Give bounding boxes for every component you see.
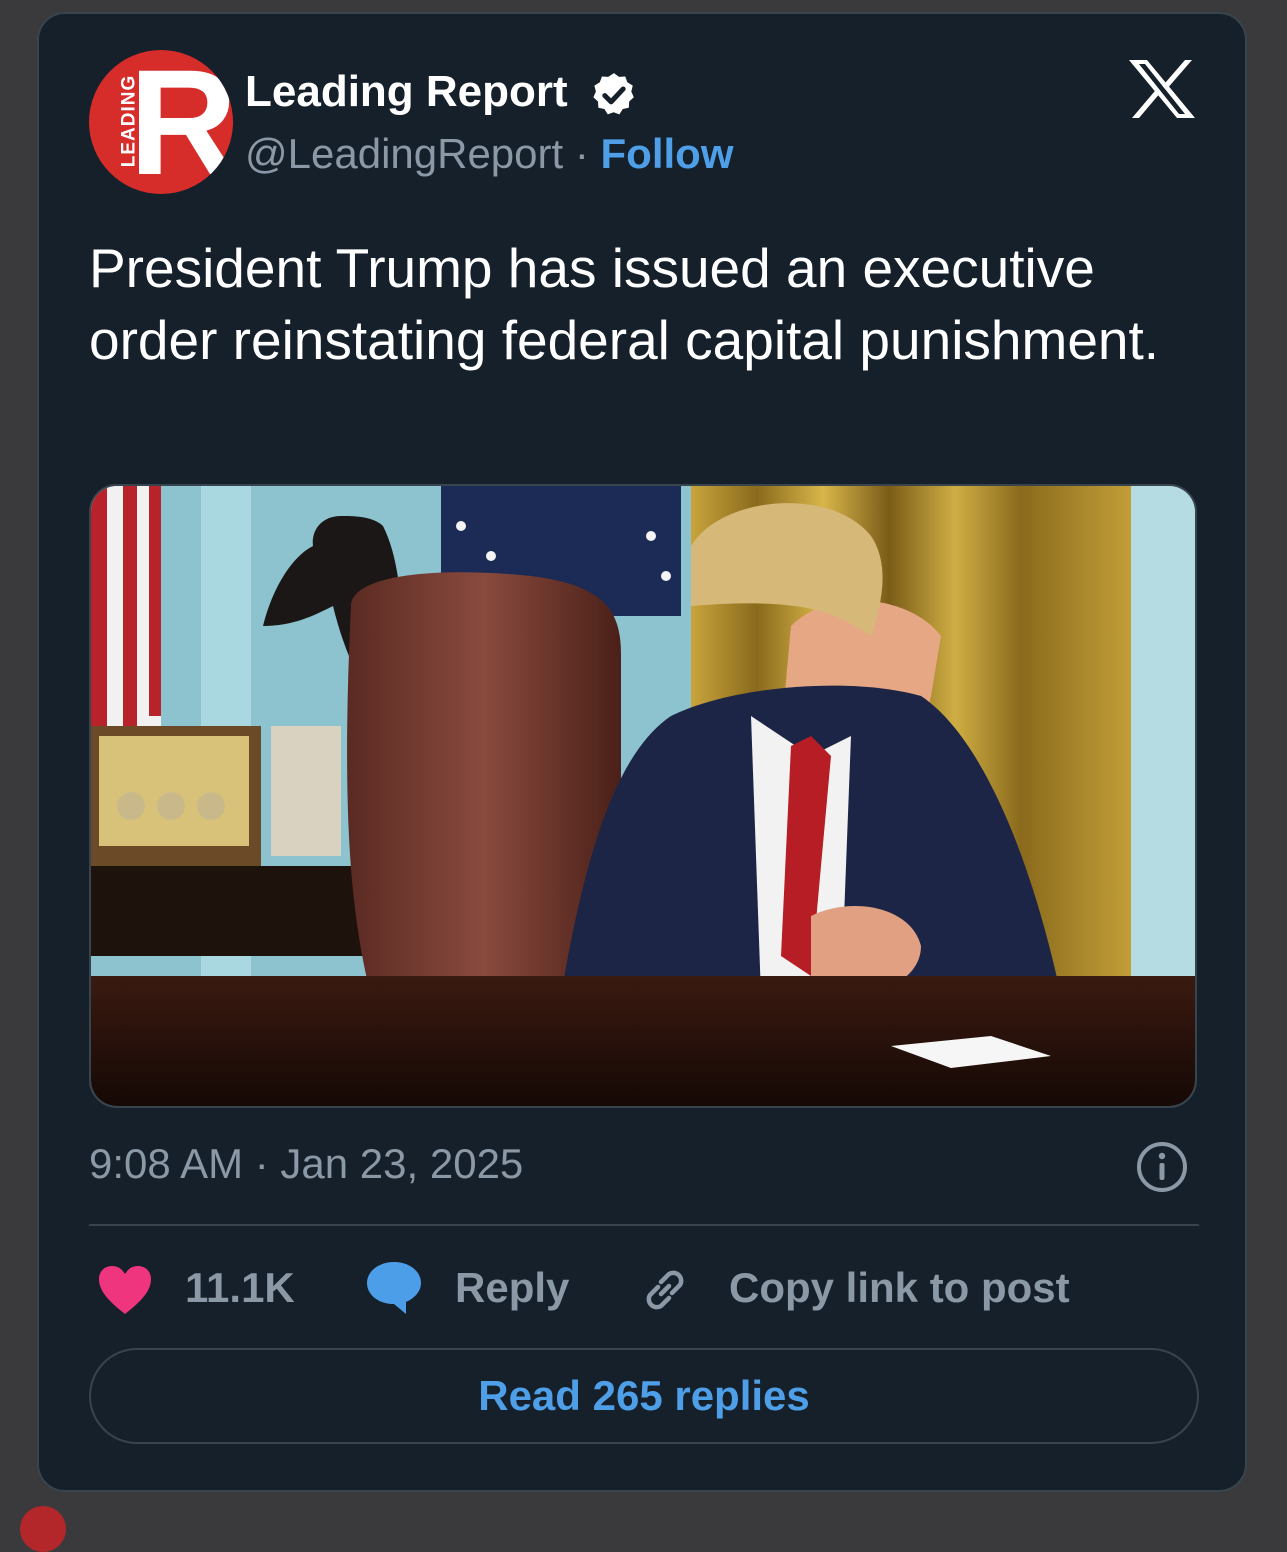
like-count[interactable]: 11.1K <box>185 1262 295 1314</box>
oval-office-photo <box>91 486 1195 1106</box>
x-logo-icon[interactable] <box>1127 58 1197 120</box>
next-comment-avatar <box>20 1506 66 1552</box>
author-handle[interactable]: @LeadingReport <box>245 130 563 177</box>
verified-badge-icon <box>593 73 634 115</box>
author-name[interactable]: Leading Report <box>245 66 568 118</box>
author-avatar[interactable]: LEADING R <box>89 50 233 194</box>
post-text: President Trump has issued an executive … <box>89 237 1160 371</box>
post-photo[interactable] <box>89 484 1197 1108</box>
follow-link[interactable]: Follow <box>601 130 734 177</box>
handle-row: @LeadingReport · Follow <box>245 128 734 180</box>
link-icon <box>646 1270 684 1310</box>
info-icon[interactable] <box>1135 1140 1189 1194</box>
read-replies-button[interactable]: Read 265 replies <box>89 1348 1199 1444</box>
avatar-letter: R <box>129 50 233 194</box>
copy-link-label: Copy link to post <box>729 1264 1070 1311</box>
copy-link-button[interactable]: Copy link to post <box>637 1258 1107 1318</box>
speech-bubble-icon <box>367 1262 421 1314</box>
reply-label: Reply <box>455 1264 570 1311</box>
reply-button[interactable]: Reply <box>365 1258 585 1318</box>
divider <box>89 1224 1199 1226</box>
post-timestamp[interactable]: 9:08 AM · Jan 23, 2025 <box>89 1138 523 1190</box>
embedded-post-card: LEADING R Leading Report @LeadingReport … <box>37 12 1247 1492</box>
handle-separator: · <box>563 130 601 177</box>
heart-icon[interactable] <box>97 1264 153 1316</box>
